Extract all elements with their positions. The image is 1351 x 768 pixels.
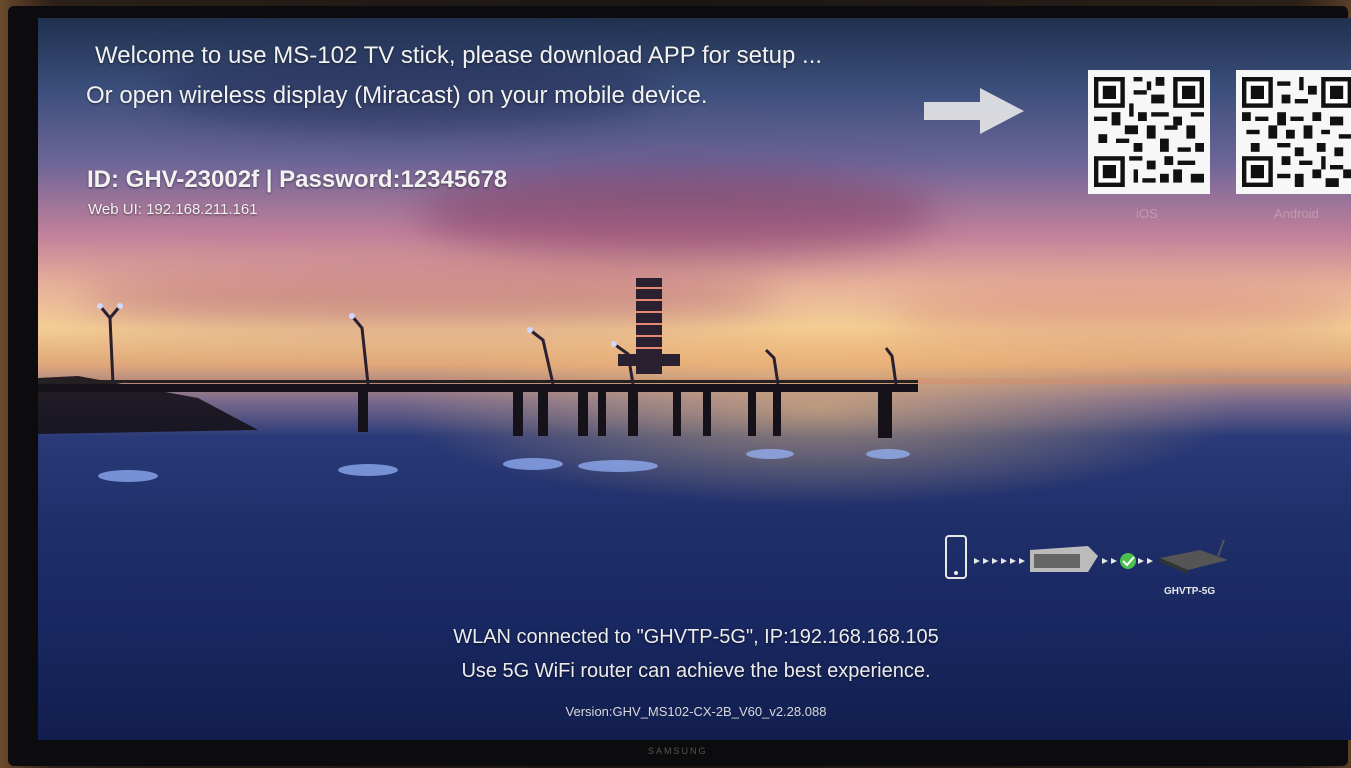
version-label: Version:GHV_MS102-CX-2B_V60_v2.28.088 <box>565 704 827 719</box>
dots-arrow-icon <box>974 558 1025 564</box>
router-ssid-label: GHVTP-5G <box>1164 586 1216 597</box>
tv-brand-logo: SAMSUNG <box>648 746 708 756</box>
device-credentials: ID: GHV-23002f | Password:12345678 <box>87 166 508 193</box>
welcome-line-2: Or open wireless display (Miracast) on y… <box>86 82 708 109</box>
tv-stick-icon <box>1030 546 1098 572</box>
qr-code-icon <box>1242 77 1351 187</box>
qr-code-android[interactable] <box>1236 70 1351 194</box>
tv-bezel: Welcome to use MS-102 TV stick, please d… <box>8 6 1351 766</box>
web-ui-address: Web UI: 192.168.211.161 <box>88 201 258 218</box>
welcome-line-1: Welcome to use MS-102 TV stick, please d… <box>95 42 823 69</box>
wlan-status: WLAN connected to "GHVTP-5G", IP:192.168… <box>453 626 939 648</box>
arrow-right-icon <box>924 88 1024 134</box>
pier-scene <box>38 278 1351 482</box>
tv-screen: Welcome to use MS-102 TV stick, please d… <box>38 18 1351 740</box>
qr-label-ios: iOS <box>1136 206 1158 221</box>
check-icon <box>1120 553 1136 569</box>
wifi-tip: Use 5G WiFi router can achieve the best … <box>461 660 931 682</box>
router-icon <box>1160 539 1228 574</box>
phone-icon <box>945 535 967 579</box>
qr-label-android: Android <box>1274 206 1319 221</box>
connection-diagram <box>945 535 1228 579</box>
qr-code-icon <box>1094 77 1204 187</box>
qr-code-ios[interactable] <box>1088 70 1210 194</box>
